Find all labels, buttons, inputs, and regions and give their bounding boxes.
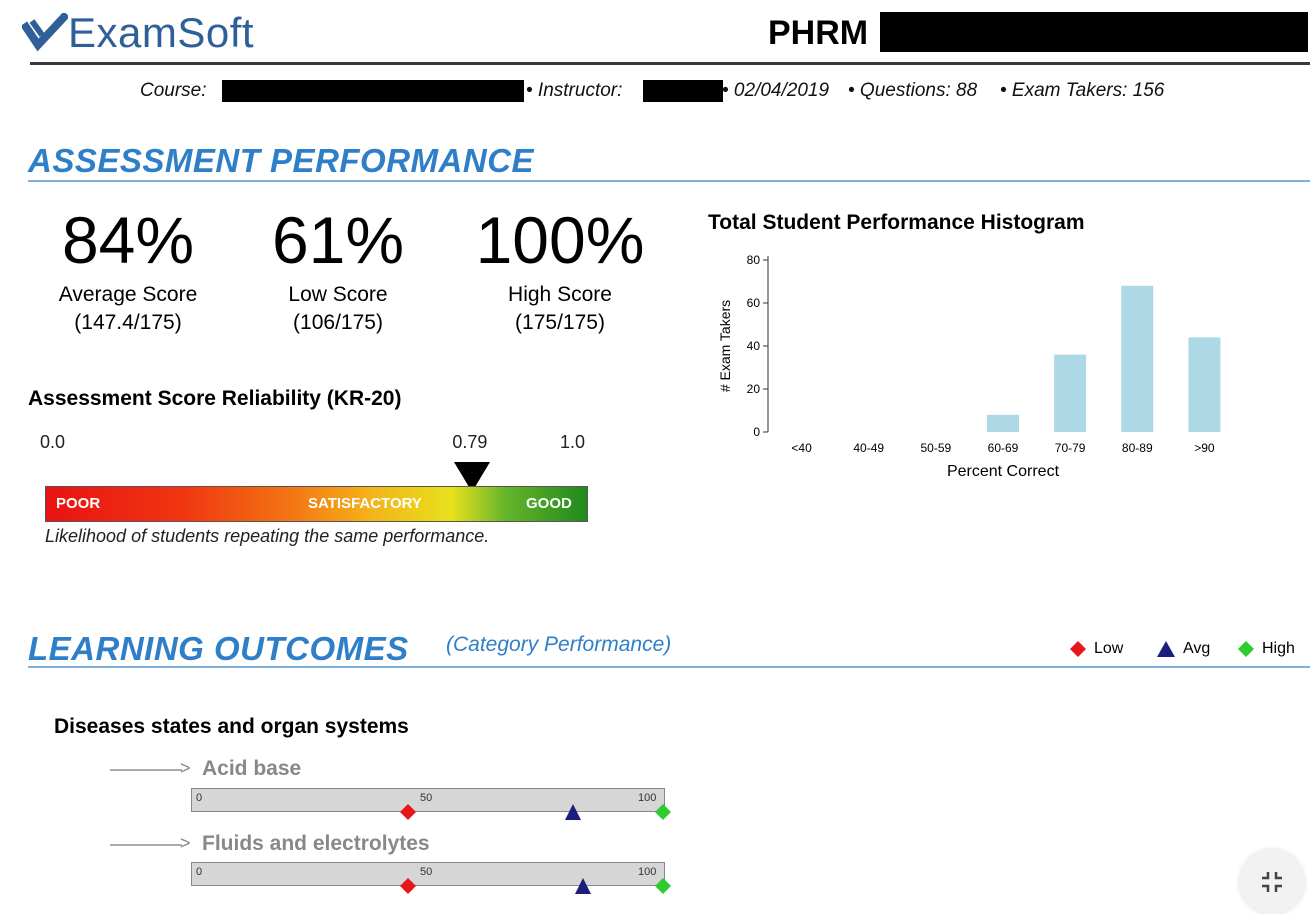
redacted-instructor (643, 80, 723, 102)
x-tick-label: >90 (1194, 441, 1215, 455)
reliability-gauge: POOR SATISFACTORY GOOD (45, 486, 588, 522)
high-score-value: 100% (475, 203, 645, 277)
outcome-arrow-head-icon: > (180, 833, 191, 853)
histogram-chart: 0 20 40 60 80 <40 40-49 50-59 60-69 70-79 80-89 >90… (717, 253, 1221, 480)
logo-text: ExamSoft (68, 9, 255, 56)
legend-low-diamond-icon (1070, 641, 1086, 657)
header-divider (30, 62, 1310, 65)
stat-high: 100% High Score (175/175) (450, 205, 670, 335)
logo-check-icon (22, 13, 68, 52)
outcome-label-fluids-electrolytes: Fluids and electrolytes (202, 832, 430, 855)
histogram-title: Total Student Performance Histogram (708, 211, 1085, 234)
stat-low: 61% Low Score (106/175) (228, 205, 448, 335)
histogram-bar (1054, 354, 1087, 432)
high-score-raw: (175/175) (515, 311, 605, 334)
legend-low: Low (1070, 640, 1123, 658)
stat-average: 84% Average Score (147.4/175) (18, 205, 238, 335)
assessment-section-divider (28, 180, 1310, 182)
question-count: • Questions: 88 (848, 80, 978, 101)
legend-avg-label: Avg (1183, 640, 1211, 657)
gauge-zone-satisfactory: SATISFACTORY (308, 495, 422, 512)
scale-label-0: 0 (196, 792, 203, 804)
scale-label-0: 0 (196, 866, 203, 878)
y-axis-label: # Exam Takers (717, 300, 733, 392)
learning-outcomes-divider (28, 666, 1310, 668)
y-tick-label: 80 (747, 253, 761, 267)
reliability-title: Assessment Score Reliability (KR-20) (28, 387, 402, 410)
learning-outcomes-title: LEARNING OUTCOMES (28, 630, 409, 667)
scale-label-50: 50 (420, 792, 433, 804)
y-tick-label: 20 (747, 382, 761, 396)
exit-fullscreen-icon (1262, 872, 1282, 892)
course-label: Course: (140, 80, 207, 101)
exam-title: PHRM (768, 14, 868, 53)
histogram-bar (1121, 285, 1154, 432)
histogram-bar (987, 414, 1019, 432)
redacted-exam-title (880, 12, 1308, 52)
exam-title-prefix: PHRM (768, 14, 869, 52)
legend-high: High (1238, 640, 1295, 658)
gauge-zone-good: GOOD (526, 495, 572, 512)
reliability-caption: Likelihood of students repeating the sam… (45, 526, 490, 546)
category-heading: Diseases states and organ systems (54, 715, 409, 738)
legend-high-label: High (1262, 640, 1295, 657)
examsoft-logo: ExamSoft (22, 8, 254, 58)
low-score-value: 61% (271, 203, 405, 277)
average-score-value: 84% (61, 203, 195, 277)
x-tick-label: 40-49 (853, 441, 884, 455)
outcome-arrow-line (110, 844, 182, 846)
learning-outcomes-subtitle: (Category Performance) (446, 633, 672, 656)
y-tick-label: 60 (747, 296, 761, 310)
low-score-label: Low Score (288, 283, 388, 306)
outcome-arrow-head-icon: > (180, 758, 191, 778)
legend-high-diamond-icon (1238, 641, 1254, 657)
x-tick-label: 80-89 (1122, 441, 1153, 455)
x-tick-label: 70-79 (1055, 441, 1086, 455)
legend-avg-triangle-icon (1157, 641, 1175, 657)
instructor-label: • Instructor: (526, 80, 623, 101)
outcome-arrow-line (110, 769, 182, 771)
x-tick-label: 60-69 (988, 441, 1019, 455)
legend-low-label: Low (1094, 640, 1124, 657)
scale-label-50: 50 (420, 866, 433, 878)
outcome-bar-fluids-electrolytes: 0 50 100 (191, 862, 665, 886)
y-tick-label: 0 (753, 425, 760, 439)
exam-taker-count: • Exam Takers: 156 (1000, 80, 1165, 101)
reliability-min-label: 0.0 (40, 432, 66, 452)
assessment-section-title: ASSESSMENT PERFORMANCE (28, 142, 535, 179)
exit-fullscreen-button[interactable] (1240, 850, 1304, 914)
reliability-value-label: 0.79 (452, 432, 488, 452)
y-tick-label: 40 (747, 339, 761, 353)
x-axis-label: Percent Correct (947, 463, 1060, 480)
gauge-zone-poor: POOR (56, 495, 101, 512)
redacted-course (222, 80, 524, 102)
outcome-bar-acid-base: 0 50 100 (191, 788, 665, 812)
exam-date: • 02/04/2019 (722, 80, 830, 101)
high-score-label: High Score (508, 283, 612, 306)
scale-label-100: 100 (638, 866, 657, 878)
low-score-raw: (106/175) (293, 311, 383, 334)
legend-avg: Avg (1157, 640, 1210, 658)
average-score-label: Average Score (58, 283, 198, 306)
histogram-bar (1188, 337, 1221, 432)
outcome-label-acid-base: Acid base (202, 757, 302, 780)
x-tick-label: <40 (791, 441, 812, 455)
x-tick-label: 50-59 (921, 441, 952, 455)
scale-label-100: 100 (638, 792, 657, 804)
reliability-max-label: 1.0 (560, 432, 586, 452)
average-score-raw: (147.4/175) (74, 311, 182, 334)
